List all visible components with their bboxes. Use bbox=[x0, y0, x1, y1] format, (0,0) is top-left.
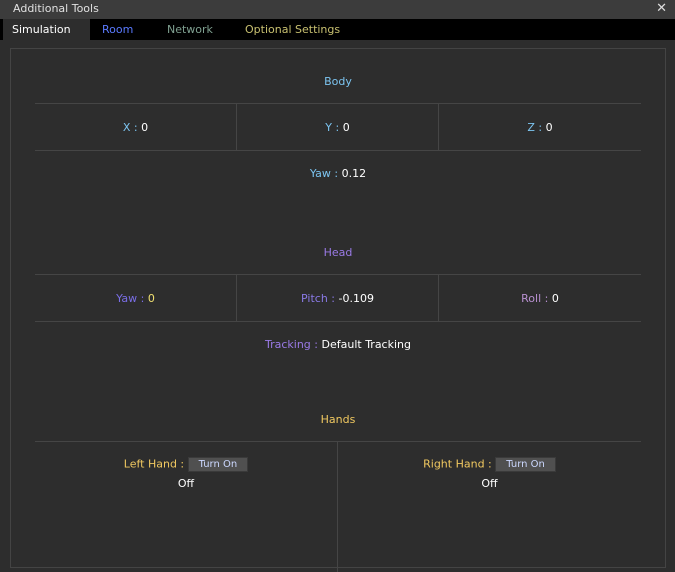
head-pitch-value: -0.109 bbox=[338, 292, 374, 305]
right-hand-turn-on-button[interactable]: Turn On bbox=[495, 457, 556, 472]
tab-simulation[interactable]: Simulation bbox=[3, 19, 90, 40]
tab-optional-settings[interactable]: Optional Settings bbox=[245, 19, 340, 40]
left-hand: Left Hand : Turn On Off bbox=[35, 457, 337, 490]
divider bbox=[35, 150, 641, 151]
head-yaw: Yaw : 0 bbox=[35, 292, 236, 305]
head-yaw-label: Yaw : bbox=[116, 292, 148, 305]
close-icon[interactable]: ✕ bbox=[656, 0, 667, 17]
body-z-value: 0 bbox=[545, 121, 553, 134]
body-yaw: Yaw : 0.12 bbox=[11, 167, 665, 180]
body-y-value: 0 bbox=[342, 121, 350, 134]
tracking-label: Tracking : bbox=[265, 338, 322, 351]
left-hand-turn-on-button[interactable]: Turn On bbox=[187, 457, 249, 472]
simulation-panel: Body X : 0 Y : 0 Z : 0 Yaw : 0.12 Head Y… bbox=[10, 48, 666, 572]
hands-heading: Hands bbox=[320, 413, 356, 426]
divider bbox=[35, 103, 641, 104]
divider bbox=[35, 274, 641, 275]
head-roll-value: 0 bbox=[551, 292, 559, 305]
head-pitch: Pitch : -0.109 bbox=[237, 292, 438, 305]
body-x-label: X : bbox=[122, 121, 142, 134]
tab-bar: Simulation Room Network Optional Setting… bbox=[0, 17, 675, 40]
left-hand-label: Left Hand : bbox=[123, 457, 188, 471]
head-tracking: Tracking : Default Tracking bbox=[11, 338, 665, 351]
tracking-value[interactable]: Default Tracking bbox=[322, 338, 411, 351]
body-z-label: Z : bbox=[527, 121, 546, 134]
head-roll: Roll : 0 bbox=[439, 292, 641, 305]
body-z: Z : 0 bbox=[439, 121, 641, 134]
body-y-label: Y : bbox=[325, 121, 343, 134]
tab-room[interactable]: Room bbox=[102, 19, 133, 40]
right-hand-label: Right Hand : bbox=[423, 457, 496, 471]
body-x-value: 0 bbox=[141, 121, 149, 134]
body-yaw-value: 0.12 bbox=[341, 167, 367, 180]
head-heading: Head bbox=[323, 246, 353, 259]
body-y: Y : 0 bbox=[237, 121, 438, 134]
window-title: Additional Tools bbox=[13, 2, 99, 15]
body-x: X : 0 bbox=[35, 121, 236, 134]
title-bar: Additional Tools ✕ bbox=[0, 0, 675, 17]
body-yaw-label: Yaw : bbox=[309, 167, 342, 180]
tab-network[interactable]: Network bbox=[167, 19, 213, 40]
divider bbox=[35, 441, 641, 442]
right-hand-status: Off bbox=[481, 477, 498, 490]
head-roll-label: Roll : bbox=[521, 292, 552, 305]
right-hand: Right Hand : Turn On Off bbox=[338, 457, 641, 490]
left-hand-status: Off bbox=[177, 477, 195, 490]
divider bbox=[35, 321, 641, 322]
body-heading: Body bbox=[324, 75, 352, 88]
head-pitch-label: Pitch : bbox=[301, 292, 339, 305]
head-yaw-value: 0 bbox=[147, 292, 155, 305]
